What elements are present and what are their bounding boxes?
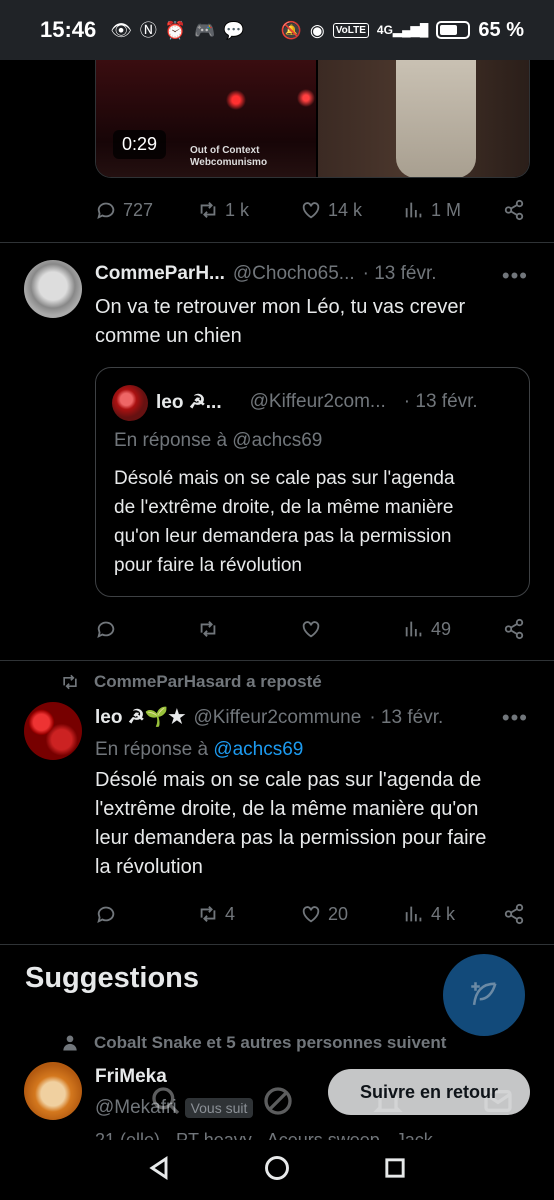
- social-proof: Cobalt Snake et 5 autres personnes suive…: [60, 1033, 446, 1053]
- reply-button[interactable]: 727: [95, 199, 153, 221]
- divider: [0, 660, 554, 661]
- more-icon[interactable]: •••: [502, 263, 528, 289]
- views-button[interactable]: 49: [403, 618, 451, 640]
- quote-header: leo ☭... @Kiffeur2com... · 13 févr.: [156, 391, 478, 414]
- views-icon: [405, 906, 422, 922]
- follows-you-badge: Vous suit: [184, 1098, 254, 1118]
- views-button[interactable]: 1 M: [403, 199, 461, 221]
- back-icon: [149, 1155, 168, 1180]
- share-button[interactable]: [503, 618, 525, 640]
- signal-icon: 4G▂▄▆█: [376, 23, 429, 37]
- system-nav-bar: [0, 1140, 554, 1200]
- repost-button[interactable]: 1 k: [197, 199, 249, 221]
- alarm-icon: ⏰: [164, 20, 187, 40]
- repost-icon: [200, 621, 216, 637]
- reply-context: En réponse à @achcs69: [95, 739, 304, 760]
- like-button[interactable]: 20: [300, 903, 348, 925]
- battery-icon: [436, 21, 471, 39]
- reply-button[interactable]: [95, 903, 117, 925]
- chat-icon: 💬: [223, 20, 245, 40]
- divider: [0, 242, 554, 243]
- avatar[interactable]: [24, 260, 82, 318]
- nfc-icon: Ⓝ: [139, 20, 157, 40]
- recents-icon: [385, 1157, 405, 1178]
- quote-text: Désolé mais on se cale pas sur l'agenda …: [114, 468, 455, 576]
- recents-button[interactable]: [381, 1154, 409, 1187]
- author-name[interactable]: leo ☭🌱★: [95, 705, 185, 729]
- tweet-video[interactable]: [95, 60, 530, 178]
- divider: [0, 944, 554, 945]
- more-icon[interactable]: •••: [502, 705, 528, 731]
- views-icon: [405, 202, 422, 218]
- quote-author-name: leo ☭...: [156, 392, 222, 413]
- tweet-text: Désolé mais on se cale pas sur l'agenda …: [95, 769, 487, 878]
- repost-button[interactable]: [197, 618, 219, 640]
- follow-back-button[interactable]: Suivre en retour: [328, 1069, 530, 1115]
- like-button[interactable]: [300, 618, 322, 640]
- volte-icon: VoLTE: [332, 22, 369, 38]
- tweet2-actions: 49: [95, 614, 535, 644]
- suggestions-title: Suggestions: [25, 962, 200, 994]
- eye-icon: 👁: [110, 20, 132, 40]
- grok-tab-icon[interactable]: [262, 1085, 294, 1117]
- tweet-text: On va te retrouver mon Léo, tu vas creve…: [95, 296, 466, 347]
- tweet-header: CommeParH... @Chocho65... · 13 févr.: [95, 263, 437, 285]
- status-time: 15:46: [40, 17, 97, 42]
- mute-icon: 🔕: [280, 20, 302, 40]
- share-icon: [504, 199, 524, 221]
- quote-date: · 13 févr.: [403, 391, 478, 412]
- views-button[interactable]: 4 k: [403, 903, 455, 925]
- reply-context: En réponse à @achcs69: [114, 430, 323, 451]
- repost-context[interactable]: CommeParHasard a reposté: [60, 672, 322, 692]
- compose-feather-icon: [471, 982, 497, 1006]
- share-button[interactable]: [503, 903, 525, 925]
- tweet-date[interactable]: · 13 févr.: [363, 263, 437, 285]
- author-handle[interactable]: @Kiffeur2commune: [193, 707, 361, 729]
- compose-button[interactable]: [443, 954, 525, 1036]
- tweet-date[interactable]: · 13 févr.: [369, 707, 443, 729]
- heart-icon: [302, 621, 320, 638]
- repost-icon: [63, 674, 77, 690]
- back-button[interactable]: [145, 1154, 173, 1187]
- reply-icon: [97, 621, 115, 639]
- repost-button[interactable]: 4: [197, 903, 235, 925]
- video-watermark: Out of Context Webcomunismo: [190, 145, 268, 168]
- like-button[interactable]: 14 k: [300, 199, 362, 221]
- quote-author-handle: @Kiffeur2com...: [249, 391, 386, 412]
- reply-icon: [97, 202, 115, 220]
- avatar[interactable]: [24, 1062, 82, 1120]
- views-icon: [405, 621, 422, 637]
- home-icon: [265, 1155, 289, 1180]
- tweet-header: leo ☭🌱★ @Kiffeur2commune · 13 févr.: [95, 705, 443, 729]
- discord-icon: 🎮: [194, 20, 216, 40]
- reply-icon: [97, 906, 115, 924]
- heart-icon: [302, 202, 320, 219]
- battery-percent: 65 %: [478, 18, 524, 41]
- reply-button[interactable]: [95, 618, 117, 640]
- person-icon: [63, 1035, 77, 1051]
- search-tab-icon[interactable]: [150, 1085, 182, 1117]
- avatar: [112, 385, 148, 421]
- author-name[interactable]: CommeParH...: [95, 263, 225, 285]
- share-icon: [504, 903, 524, 925]
- share-icon: [504, 618, 524, 640]
- avatar[interactable]: [24, 702, 82, 760]
- hotspot-icon: ◉: [309, 20, 325, 40]
- tweet3-actions: 4 20 4 k: [95, 899, 535, 929]
- quoted-tweet[interactable]: leo ☭... @Kiffeur2com... · 13 févr. En r…: [95, 367, 530, 597]
- share-button[interactable]: [503, 199, 525, 221]
- reply-handle-link[interactable]: @achcs69: [213, 739, 303, 760]
- tweet1-actions: 727 1 k 14 k 1 M: [95, 195, 535, 225]
- status-bar: 15:46 👁 Ⓝ ⏰ 🎮 💬 🔕 ◉ VoLTE 4G▂▄▆█ 65 %: [0, 0, 554, 60]
- author-handle[interactable]: @Chocho65...: [233, 263, 355, 285]
- repost-icon: [200, 906, 216, 922]
- home-button[interactable]: [263, 1154, 291, 1187]
- video-duration: 0:29: [113, 130, 167, 159]
- repost-icon: [200, 202, 216, 218]
- heart-icon: [302, 906, 320, 923]
